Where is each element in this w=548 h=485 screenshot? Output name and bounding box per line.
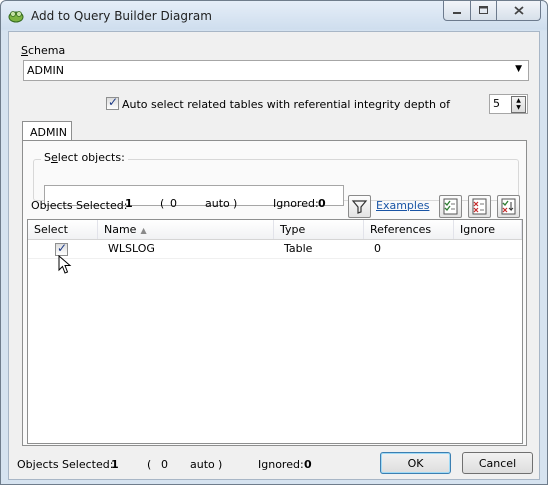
column-header-name[interactable]: Name ▲: [98, 220, 274, 239]
query-builder-icon: [8, 11, 24, 23]
sort-ascending-icon: ▲: [140, 226, 147, 235]
schema-select[interactable]: ADMIN ▼: [23, 60, 529, 81]
schema-label-rest: chema: [27, 44, 66, 57]
footer-open-paren: (: [147, 458, 152, 471]
column-header-ignore[interactable]: Ignore: [454, 220, 522, 239]
window-title: Add to Query Builder Diagram: [31, 9, 212, 23]
checkmark-icon: ✓: [57, 241, 68, 255]
footer-close-paren: ): [218, 458, 223, 471]
select-objects-label-mnemonic: e: [50, 151, 58, 164]
schema-select-value: ADMIN: [27, 64, 64, 77]
chevron-down-icon: ▼: [515, 64, 522, 74]
objects-selected-label: Objects Selected:: [31, 199, 128, 212]
select-objects-label-pre: S: [44, 151, 51, 164]
ignored-label: Ignored:: [273, 197, 319, 210]
objects-table: Select Name ▲ Type References Ignore ✓ WL…: [27, 219, 523, 444]
select-all-icon: [443, 198, 458, 215]
summary-close-paren: ): [233, 197, 238, 210]
title-bar: Add to Query Builder Diagram: [1, 1, 547, 31]
row-name: WLSLOG: [108, 242, 155, 255]
footer-auto-count: 0: [161, 458, 168, 471]
dialog-window: Add to Query Builder Diagram Schema ADMI…: [0, 0, 548, 485]
deselect-all-button[interactable]: [468, 195, 491, 218]
select-objects-label: Select objects:: [41, 151, 128, 164]
close-icon: [513, 6, 524, 15]
table-row[interactable]: ✓ WLSLOG Table 0: [28, 240, 522, 259]
ignored-count: 0: [318, 197, 326, 210]
minimize-button[interactable]: [443, 1, 471, 21]
cancel-button[interactable]: Cancel: [462, 452, 533, 474]
maximize-button[interactable]: [471, 1, 497, 21]
invert-selection-icon: [501, 198, 516, 215]
tab-admin[interactable]: ADMIN: [22, 121, 72, 142]
objects-selected-count: 1: [125, 197, 133, 210]
auto-count: 0: [170, 197, 177, 210]
tab-admin-label: ADMIN: [30, 126, 67, 139]
spinner-arrows-icon[interactable]: ▲ ▼: [511, 96, 526, 113]
maximize-icon: [478, 6, 488, 14]
schema-label: Schema: [21, 44, 65, 57]
column-header-type[interactable]: Type: [274, 220, 364, 239]
footer-ignored-count: 0: [304, 458, 312, 471]
row-type: Table: [284, 242, 313, 255]
close-button[interactable]: [497, 1, 541, 21]
filter-icon: [351, 200, 368, 214]
select-all-button[interactable]: [439, 195, 462, 218]
auto-label: auto: [205, 197, 230, 210]
dialog-body: Schema ADMIN ▼ ✓ Auto select related tab…: [8, 31, 540, 480]
column-header-select[interactable]: Select: [28, 220, 98, 239]
mouse-pointer-icon: [58, 255, 72, 274]
auto-select-checkbox[interactable]: ✓: [106, 95, 119, 110]
checkmark-icon: ✓: [108, 95, 119, 109]
minimize-icon: [452, 12, 461, 14]
footer-objects-selected-count: 1: [111, 458, 119, 471]
footer-objects-selected-label: Objects Selected:: [17, 458, 114, 471]
filter-button[interactable]: [348, 195, 371, 218]
invert-selection-button[interactable]: [497, 195, 520, 218]
deselect-all-icon: [472, 198, 487, 215]
depth-value: 5: [493, 97, 500, 110]
footer-auto-label: auto: [190, 458, 215, 471]
column-header-name-label: Name: [104, 223, 137, 236]
schema-label-mnemonic: S: [21, 44, 28, 57]
tab-panel: Select objects: Examples Objects Selecte…: [22, 140, 527, 446]
auto-select-label: Auto select related tables with referent…: [122, 98, 451, 111]
footer-ignored-label: Ignored:: [258, 458, 304, 471]
table-header: Select Name ▲ Type References Ignore: [28, 220, 522, 240]
ok-button[interactable]: OK: [380, 452, 451, 474]
column-header-references[interactable]: References: [364, 220, 454, 239]
depth-spinner[interactable]: 5 ▲ ▼: [489, 94, 528, 114]
row-references: 0: [374, 242, 381, 255]
select-objects-label-rest: lect objects:: [57, 151, 125, 164]
summary-open-paren: (: [160, 197, 165, 210]
examples-link[interactable]: Examples: [376, 199, 429, 212]
